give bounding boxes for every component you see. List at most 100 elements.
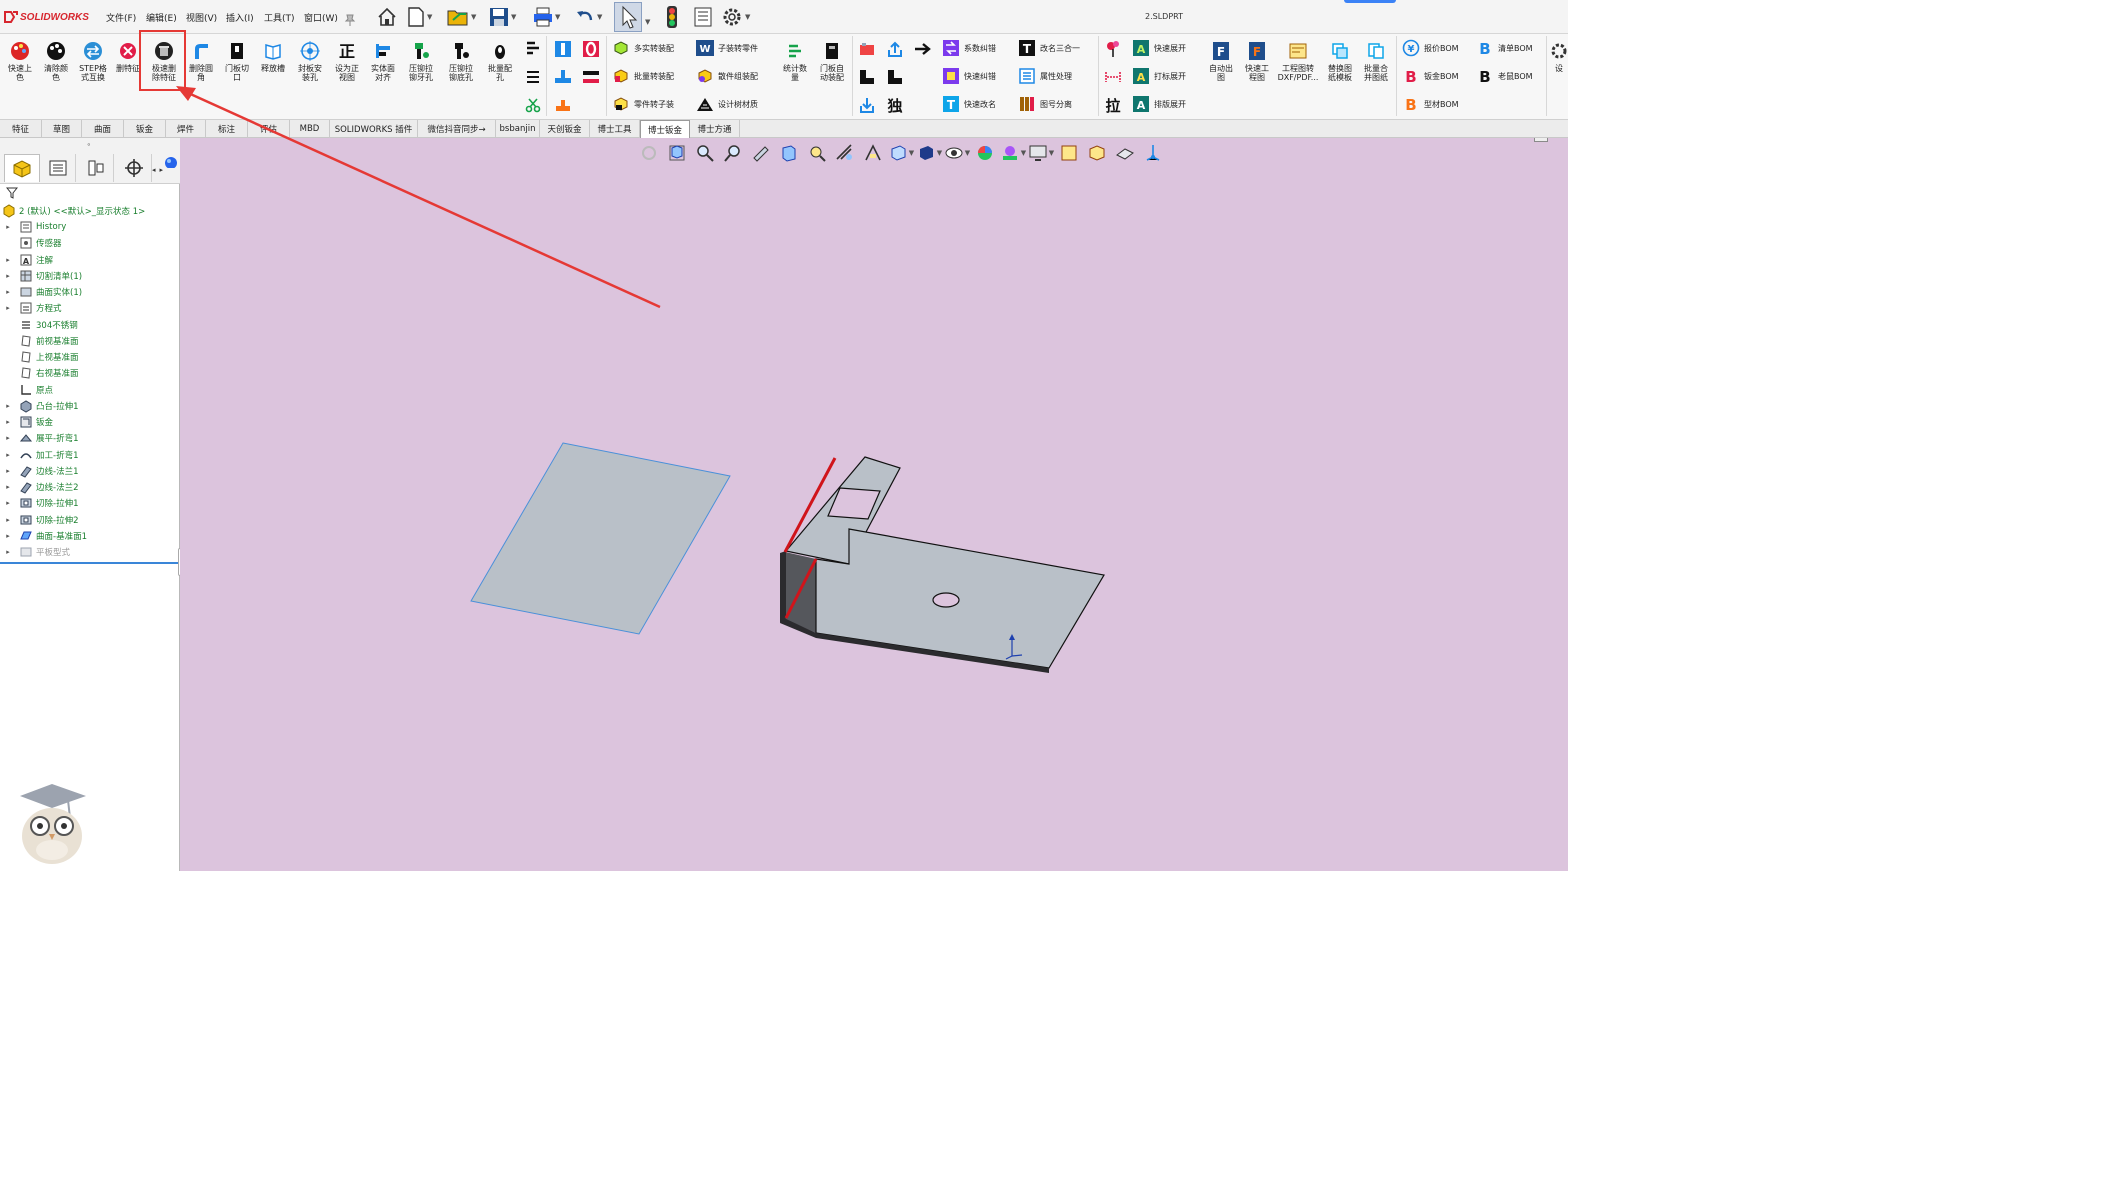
grid-blue-icon[interactable]	[553, 66, 575, 88]
quick-drawing-button[interactable]: F 快速工 程图	[1240, 40, 1274, 82]
part-to-subassembly-button[interactable]: 零件转子装	[612, 93, 674, 115]
step-swap-button[interactable]: STEP格 式互换	[76, 40, 110, 82]
scroll-left-icon[interactable]: ◂	[152, 166, 156, 180]
filter-icon[interactable]	[6, 187, 18, 199]
menu-edit[interactable]: 编辑(E)	[146, 11, 177, 24]
tree-item[interactable]: 原点	[0, 382, 178, 398]
tab-evaluate[interactable]: 评估	[248, 120, 290, 138]
scroll-right-icon[interactable]: ▸	[160, 166, 164, 180]
measure-span-icon[interactable]	[1102, 66, 1124, 88]
loose-parts-assembly-button[interactable]: 散件组装配	[696, 65, 758, 87]
l-shape-orange-icon[interactable]	[552, 94, 574, 116]
traffic-light-icon[interactable]	[662, 5, 682, 29]
count-stats-button[interactable]: 统计数 量	[778, 40, 812, 82]
chip-red-icon[interactable]	[856, 38, 878, 60]
door-cut-button[interactable]: 门板切 口	[220, 40, 254, 82]
tree-item[interactable]: ▸ 曲面-基准面1	[0, 528, 178, 544]
tab-configuration-manager[interactable]	[78, 154, 114, 182]
quick-fix-button[interactable]: 快速纠错	[942, 65, 996, 87]
tree-item[interactable]: ▸ 加工-折弯1	[0, 447, 178, 463]
scissors-green-icon[interactable]	[522, 94, 544, 116]
tree-material-button[interactable]: 设计树材质	[696, 93, 758, 115]
tab-weldments[interactable]: 焊件	[166, 120, 206, 138]
tree-item[interactable]: 上视基准面	[0, 349, 178, 365]
tab-mbd[interactable]: MBD	[290, 120, 330, 138]
tree-item[interactable]: ▸ 切割清单(1)	[0, 268, 178, 284]
expand-arrow-icon[interactable]: ▸	[3, 434, 13, 442]
batch-hole-button[interactable]: 批量配 孔	[482, 40, 518, 82]
layout-unfold-button[interactable]: A 排版展开	[1132, 93, 1186, 115]
tab-boshi-sheetmetal[interactable]: 博士钣金	[640, 120, 690, 138]
export-up-icon[interactable]	[884, 38, 906, 60]
tree-item[interactable]: ▸ 展平-折弯1	[0, 430, 178, 446]
part-base-face[interactable]	[815, 528, 1105, 669]
tab-surfaces[interactable]: 曲面	[82, 120, 124, 138]
la-glyph-icon[interactable]: 拉	[1102, 94, 1124, 116]
menu-tools[interactable]: 工具(T)	[264, 11, 295, 24]
graphics-area[interactable]: ▼ ▼ ▼ ▼ ▼	[180, 138, 1568, 871]
search-strip[interactable]	[1344, 0, 1396, 3]
tree-item[interactable]: ▸ 曲面实体(1)	[0, 284, 178, 300]
mount-hole-button[interactable]: 封板安 装孔	[292, 40, 328, 82]
expand-arrow-icon[interactable]: ▸	[3, 402, 13, 410]
tree-item[interactable]: 前视基准面	[0, 333, 178, 349]
select-button[interactable]	[614, 2, 642, 32]
import-down-icon[interactable]	[856, 94, 878, 116]
quick-rename-button[interactable]: T 快速改名	[942, 93, 996, 115]
expand-arrow-icon[interactable]: ▸	[3, 499, 13, 507]
open-folder-icon[interactable]: ▼	[446, 5, 476, 29]
expand-arrow-icon[interactable]: ▸	[3, 451, 13, 459]
drawing-number-split-button[interactable]: 图号分离	[1018, 93, 1072, 115]
tab-tianchuang-sheetmetal[interactable]: 天创钣金	[540, 120, 590, 138]
align-lines-icon[interactable]	[522, 38, 544, 60]
dokou-glyph-icon[interactable]: 独	[884, 94, 906, 116]
tab-boshi-tools[interactable]: 博士工具	[590, 120, 640, 138]
tree-item[interactable]: 传感器	[0, 235, 178, 251]
l-block-2-icon[interactable]	[884, 66, 906, 88]
tab-feature-manager[interactable]	[4, 154, 40, 182]
multibody-to-assembly-button[interactable]: 多实转装配	[612, 37, 674, 59]
expand-arrow-icon[interactable]: ▸	[3, 223, 13, 231]
panel-grip-icon[interactable]: ⚬	[86, 141, 92, 149]
pin-marker-icon[interactable]	[1102, 38, 1124, 60]
menu-insert[interactable]: 插入(I)	[226, 11, 254, 24]
tree-root[interactable]: 2 (默认) <<默认>_显示状态 1>	[0, 203, 178, 219]
tree-item[interactable]: 304不锈钢	[0, 317, 178, 333]
tree-item[interactable]: ▸ 切除-拉伸1	[0, 495, 178, 511]
tab-solidworks-addins[interactable]: SOLIDWORKS 插件	[330, 120, 418, 138]
clear-color-button[interactable]: 清除颜 色	[40, 40, 72, 82]
tab-property-manager[interactable]	[40, 154, 76, 182]
undo-icon[interactable]: ▼	[574, 5, 602, 29]
new-document-icon[interactable]: ▼	[406, 5, 432, 29]
rename-3in1-button[interactable]: T 改名三合一	[1018, 37, 1080, 59]
tree-item[interactable]: 右视基准面	[0, 365, 178, 381]
expand-arrow-icon[interactable]: ▸	[3, 483, 13, 491]
door-auto-assembly-button[interactable]: 门板自 动装配	[814, 40, 850, 82]
delete-fillet-button[interactable]: 删除圆 角	[184, 40, 218, 82]
quote-bom-button[interactable]: ¥ 报价BOM	[1402, 37, 1459, 59]
tab-dimxpert-manager[interactable]	[116, 154, 152, 182]
quick-color-button[interactable]: 快速上 色	[4, 40, 36, 82]
tab-scroll-arrows[interactable]: ◂ ▸	[152, 166, 176, 180]
tree-item[interactable]: ▸ 切除-拉伸2	[0, 512, 178, 528]
select-dropdown-icon[interactable]: ▼	[644, 10, 650, 34]
print-icon[interactable]: ▼	[532, 5, 560, 29]
save-icon[interactable]: ▼	[488, 5, 516, 29]
o-shape-red-icon[interactable]	[580, 38, 602, 60]
i-beam-blue-icon[interactable]	[552, 38, 574, 60]
expand-arrow-icon[interactable]: ▸	[3, 304, 13, 312]
sheetmetal-bom-button[interactable]: B 钣金BOM	[1402, 65, 1458, 87]
list-bom-button[interactable]: B 清单BOM	[1476, 37, 1532, 59]
expand-arrow-icon[interactable]: ▸	[3, 288, 13, 296]
quick-unfold-button[interactable]: A 快速展开	[1132, 37, 1186, 59]
file-properties-icon[interactable]	[692, 5, 714, 29]
rivet-base-hole-button[interactable]: 压铆拉 铆底孔	[442, 40, 480, 82]
subassembly-to-part-button[interactable]: W 子装转零件	[696, 37, 758, 59]
rollback-bar[interactable]	[0, 562, 180, 564]
arrow-right-icon[interactable]	[912, 38, 934, 60]
auto-drawing-button[interactable]: F 自动出 图	[1204, 40, 1238, 82]
menu-file[interactable]: 文件(F)	[106, 11, 136, 24]
property-button[interactable]: 属性处理	[1018, 65, 1072, 87]
tab-sketch[interactable]: 草图	[42, 120, 82, 138]
tab-wechat-sync[interactable]: 微信抖音同步→	[418, 120, 496, 138]
